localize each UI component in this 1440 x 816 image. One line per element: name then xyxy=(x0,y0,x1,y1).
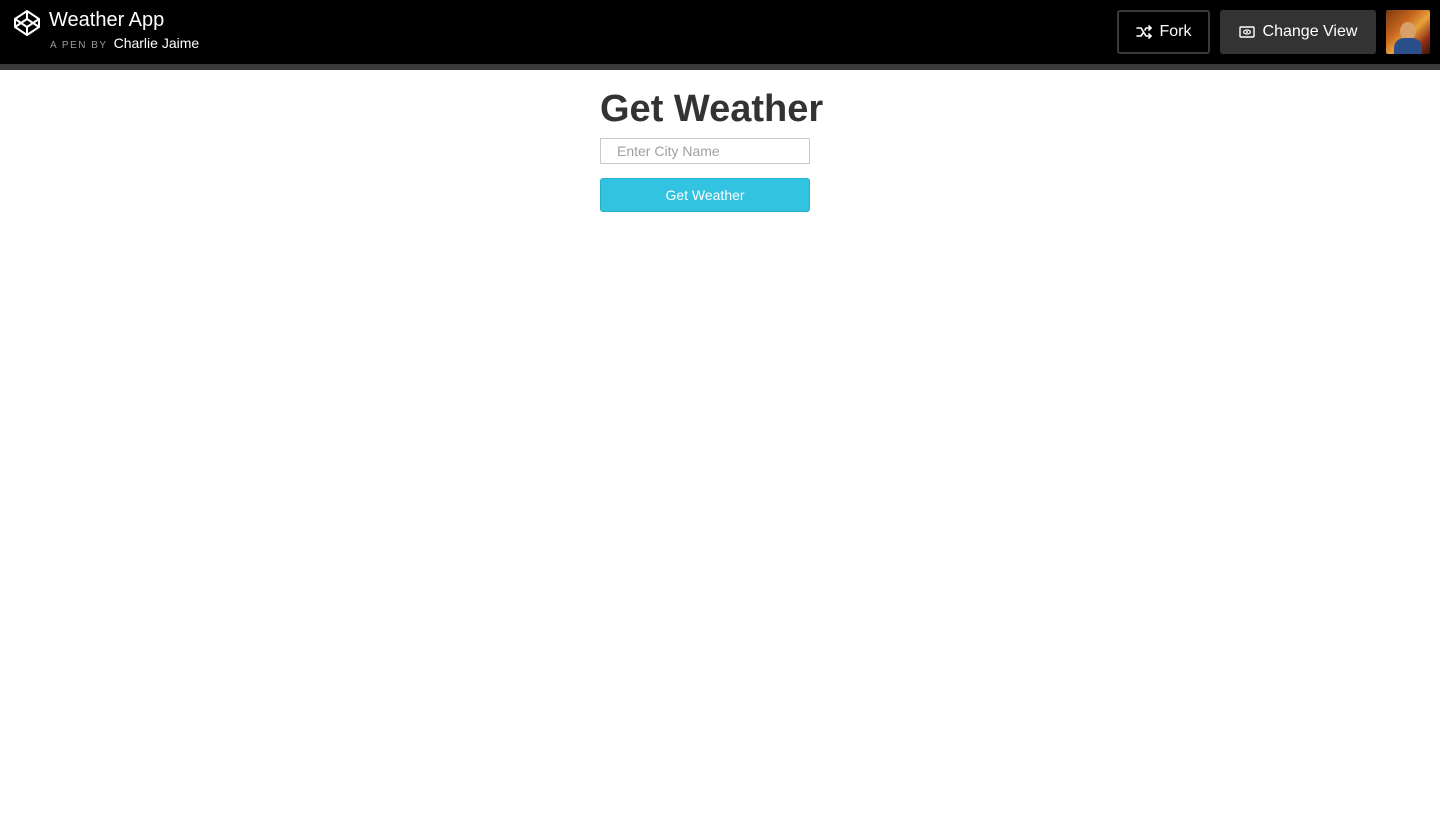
fork-button[interactable]: Fork xyxy=(1117,10,1210,54)
change-view-button[interactable]: Change View xyxy=(1220,10,1376,54)
change-view-button-label: Change View xyxy=(1262,23,1358,40)
get-weather-button[interactable]: Get Weather xyxy=(600,178,810,212)
top-bar: Weather App A PEN BY Charlie Jaime Fork … xyxy=(0,0,1440,64)
codepen-logo-icon[interactable] xyxy=(13,9,41,37)
top-bar-border xyxy=(0,64,1440,70)
pen-title: Weather App xyxy=(49,9,165,31)
city-name-input[interactable] xyxy=(600,138,810,164)
byline-prefix: A PEN BY xyxy=(50,40,108,51)
user-avatar[interactable] xyxy=(1386,10,1430,54)
fork-icon xyxy=(1135,25,1152,39)
pen-byline: A PEN BY Charlie Jaime xyxy=(50,35,199,53)
avatar-body xyxy=(1394,38,1422,54)
author-link[interactable]: Charlie Jaime xyxy=(114,35,200,51)
page-title: Get Weather xyxy=(600,88,824,130)
eye-icon xyxy=(1238,26,1255,38)
fork-button-label: Fork xyxy=(1159,23,1192,40)
